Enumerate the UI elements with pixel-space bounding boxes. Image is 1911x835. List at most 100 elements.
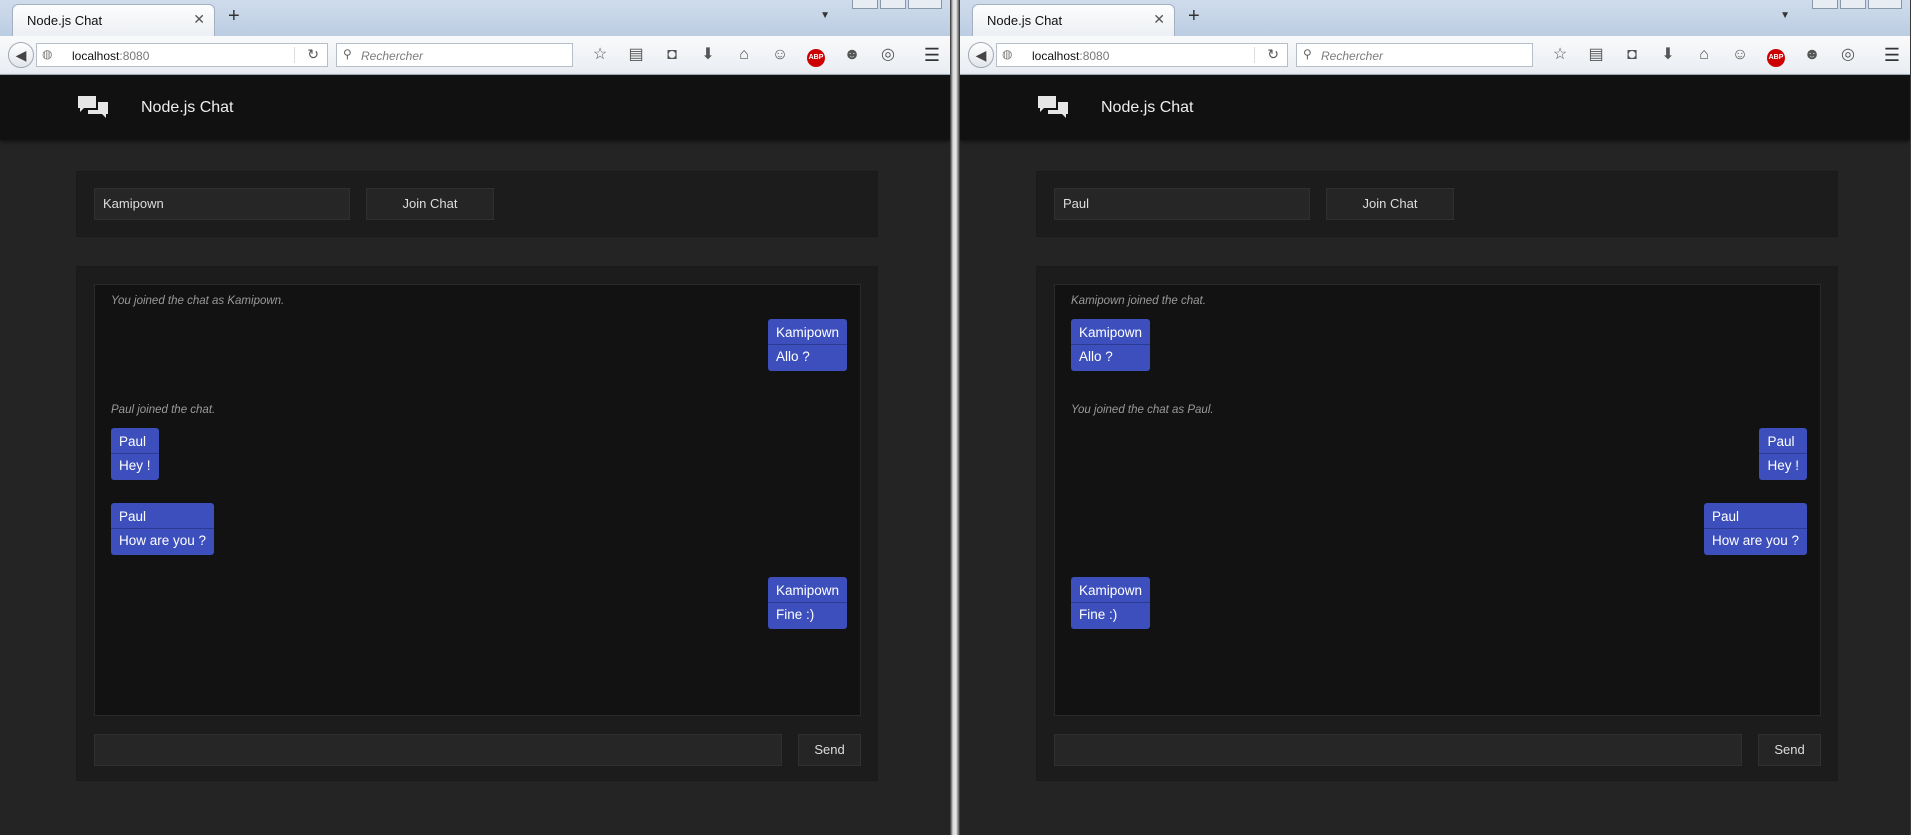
- message-author: Paul: [1759, 428, 1807, 454]
- toolbar-icons: ☆ ▤ ◘ ⬇ ⌂ ☺ ABP ☻ ◎: [582, 45, 906, 67]
- app-title: Node.js Chat: [1101, 99, 1194, 116]
- chat-bubble: Kamipown Allo ?: [1071, 319, 1151, 371]
- globe-icon: ◍: [1002, 47, 1013, 61]
- pocket-icon[interactable]: ◘: [1614, 45, 1650, 65]
- username-input[interactable]: Paul: [1054, 188, 1310, 220]
- chat-bubble: Paul How are you ?: [111, 503, 215, 555]
- message-author: Paul: [111, 503, 215, 529]
- message-text: Fine :): [1079, 607, 1118, 622]
- list-all-tabs-icon[interactable]: ▼: [1780, 10, 1790, 21]
- back-arrow-icon[interactable]: ◀: [8, 42, 34, 68]
- send-button[interactable]: Send: [1758, 734, 1821, 766]
- chat-bubbles-icon: [1038, 96, 1068, 118]
- menu-hamburger-icon[interactable]: ☰: [1884, 45, 1900, 65]
- join-panel: Kamipown Join Chat: [76, 171, 878, 237]
- system-message: You joined the chat as Kamipown.: [111, 295, 285, 307]
- minimize-window-button[interactable]: [852, 0, 878, 9]
- join-chat-button[interactable]: Join Chat: [1326, 188, 1454, 220]
- hello-chat-icon[interactable]: ☺: [1722, 45, 1758, 65]
- persona-icon[interactable]: ☻: [1794, 45, 1830, 65]
- browser-tab[interactable]: Node.js Chat ✕: [972, 4, 1175, 36]
- url-divider: [1254, 47, 1255, 63]
- url-text: localhost:8080: [1032, 49, 1110, 63]
- maximize-window-button[interactable]: [1840, 0, 1866, 9]
- join-chat-button[interactable]: Join Chat: [366, 188, 494, 220]
- message-input[interactable]: [1054, 734, 1742, 766]
- window-divider[interactable]: [950, 0, 960, 835]
- reload-icon[interactable]: ↻: [1267, 46, 1279, 63]
- sync-icon[interactable]: ◎: [870, 45, 906, 65]
- download-icon[interactable]: ⬇: [690, 45, 726, 65]
- reading-list-icon[interactable]: ▤: [1578, 45, 1614, 65]
- reload-icon[interactable]: ↻: [307, 46, 319, 63]
- home-icon[interactable]: ⌂: [1686, 45, 1722, 65]
- nav-toolbar: ◀ ◍ localhost:8080 ↻ ⚲ Rechercher ☆ ▤ ◘ …: [0, 36, 950, 75]
- message-author: Paul: [1703, 503, 1807, 529]
- message-text: Fine :): [775, 607, 815, 622]
- close-window-button[interactable]: [908, 0, 942, 9]
- message-text: Hey !: [1767, 458, 1799, 473]
- nav-toolbar: ◀ ◍ localhost:8080 ↻ ⚲ Rechercher ☆ ▤ ◘ …: [960, 36, 1910, 75]
- search-bar[interactable]: ⚲ Rechercher: [1296, 43, 1533, 67]
- hello-chat-icon[interactable]: ☺: [762, 45, 798, 65]
- message-text: How are you ?: [119, 533, 207, 548]
- bookmark-star-icon[interactable]: ☆: [582, 45, 618, 65]
- chat-panel: Kamipown joined the chat. Kamipown Allo …: [1036, 266, 1838, 781]
- message-text: Allo ?: [775, 349, 810, 364]
- pocket-icon[interactable]: ◘: [654, 45, 690, 65]
- browser-window-left: Node.js Chat ✕ + ▼ ◀ ◍ localhost:8080 ↻ …: [0, 0, 950, 835]
- message-input[interactable]: [94, 734, 782, 766]
- message-author: Kamipown: [1071, 577, 1151, 603]
- close-window-button[interactable]: [1868, 0, 1902, 9]
- tab-title: Node.js Chat: [987, 13, 1063, 28]
- url-bar[interactable]: ◍ localhost:8080 ↻: [36, 43, 328, 67]
- adblock-plus-icon[interactable]: ABP: [1758, 45, 1794, 67]
- reading-list-icon[interactable]: ▤: [618, 45, 654, 65]
- search-bar[interactable]: ⚲ Rechercher: [336, 43, 573, 67]
- browser-tab[interactable]: Node.js Chat ✕: [12, 4, 215, 36]
- app-navbar: Node.js Chat: [0, 75, 950, 140]
- message-list[interactable]: You joined the chat as Kamipown. Kamipow…: [94, 284, 861, 716]
- send-button[interactable]: Send: [798, 734, 861, 766]
- tab-close-icon[interactable]: ✕: [1153, 11, 1165, 28]
- message-text: How are you ?: [1711, 533, 1799, 548]
- persona-icon[interactable]: ☻: [834, 45, 870, 65]
- sync-icon[interactable]: ◎: [1830, 45, 1866, 65]
- list-all-tabs-icon[interactable]: ▼: [820, 10, 830, 21]
- chat-panel: You joined the chat as Kamipown. Kamipow…: [76, 266, 878, 781]
- browser-window-right: Node.js Chat ✕ + ▼ ◀ ◍ localhost:8080 ↻ …: [960, 0, 1910, 835]
- back-arrow-icon[interactable]: ◀: [968, 42, 994, 68]
- url-bar[interactable]: ◍ localhost:8080 ↻: [996, 43, 1288, 67]
- search-placeholder: Rechercher: [361, 49, 424, 63]
- menu-hamburger-icon[interactable]: ☰: [924, 45, 940, 65]
- chat-bubble: Kamipown Fine :): [1071, 577, 1151, 629]
- message-list[interactable]: Kamipown joined the chat. Kamipown Allo …: [1054, 284, 1821, 716]
- message-text: Allo ?: [1079, 349, 1113, 364]
- tab-strip: Node.js Chat ✕ + ▼: [960, 0, 1910, 36]
- new-tab-button[interactable]: +: [1188, 6, 1200, 26]
- chat-bubble: Paul Hey !: [1759, 428, 1807, 480]
- join-panel: Paul Join Chat: [1036, 171, 1838, 237]
- minimize-window-button[interactable]: [1812, 0, 1838, 9]
- message-author: Kamipown: [767, 319, 847, 345]
- tab-close-icon[interactable]: ✕: [193, 11, 205, 28]
- toolbar-icons: ☆ ▤ ◘ ⬇ ⌂ ☺ ABP ☻ ◎: [1542, 45, 1866, 67]
- message-author: Kamipown: [767, 577, 847, 603]
- home-icon[interactable]: ⌂: [726, 45, 762, 65]
- app-navbar: Node.js Chat: [960, 75, 1910, 140]
- username-input[interactable]: Kamipown: [94, 188, 350, 220]
- download-icon[interactable]: ⬇: [1650, 45, 1686, 65]
- chat-bubble: Paul Hey !: [111, 428, 159, 480]
- message-text: Hey !: [119, 458, 151, 473]
- chat-bubble: Kamipown Fine :): [767, 577, 847, 629]
- new-tab-button[interactable]: +: [228, 6, 240, 26]
- search-placeholder: Rechercher: [1321, 49, 1384, 63]
- search-icon: ⚲: [343, 47, 352, 61]
- adblock-plus-icon[interactable]: ABP: [798, 45, 834, 67]
- maximize-window-button[interactable]: [880, 0, 906, 9]
- chat-bubbles-icon: [78, 96, 108, 118]
- bookmark-star-icon[interactable]: ☆: [1542, 45, 1578, 65]
- message-author: Kamipown: [1071, 319, 1151, 345]
- url-divider: [294, 47, 295, 63]
- system-message: You joined the chat as Paul.: [1071, 404, 1214, 416]
